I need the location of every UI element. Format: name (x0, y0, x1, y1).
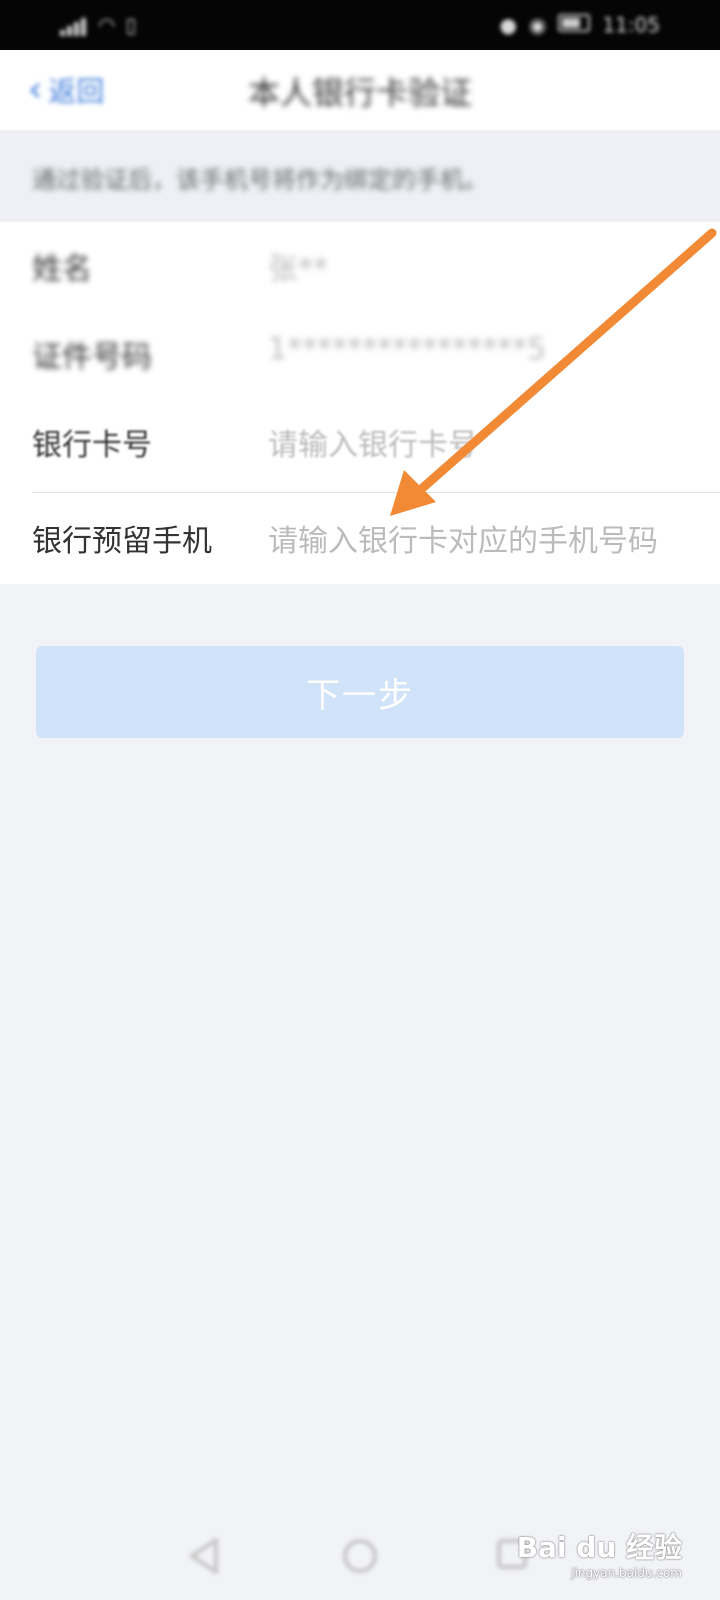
row-divider (32, 492, 720, 493)
status-time: 11:05 (602, 13, 660, 37)
next-step-button[interactable]: 下一步 (36, 646, 684, 738)
navigation-bar: ‹ 返回 本人银行卡验证 (0, 50, 720, 130)
back-triangle-icon[interactable] (186, 1536, 222, 1576)
vibrate-icon: ◉ (528, 13, 547, 37)
status-left-icons: ◠ ▯ (60, 14, 136, 36)
sim-icon: ▯ (125, 13, 137, 37)
id-number-row: 证件号码 1****************5 (0, 310, 720, 398)
signal-icon (60, 14, 88, 36)
page-title: 本人银行卡验证 (247, 74, 472, 112)
name-value: 张** (268, 252, 328, 287)
name-row: 姓名 张** (0, 222, 720, 310)
notice-banner: 通过验证后，该手机号将作为绑定的手机。 (0, 130, 720, 222)
notice-text: 通过验证后，该手机号将作为绑定的手机。 (32, 166, 488, 194)
watermark-url: jingyan.baidu.com (571, 1566, 682, 1580)
id-number-value: 1****************5 (268, 332, 547, 367)
bank-card-row[interactable]: 银行卡号 请输入银行卡号 (0, 398, 720, 486)
bank-phone-label: 银行预留手机 (32, 524, 212, 559)
battery-icon (558, 14, 591, 36)
alarm-icon: ● (499, 13, 517, 37)
bank-phone-row[interactable]: 银行预留手机 请输入银行卡对应的手机号码 (0, 494, 720, 582)
bank-card-label: 银行卡号 (32, 428, 152, 463)
status-bar: ◠ ▯ ● ◉ 11:05 (0, 0, 720, 50)
status-right-icons: ● ◉ 11:05 (499, 14, 660, 36)
bank-phone-input[interactable]: 请输入银行卡对应的手机号码 (268, 516, 658, 560)
home-circle-icon[interactable] (340, 1536, 380, 1576)
baidu-watermark: Bai du 经验 jingyan.baidu.com (517, 1526, 682, 1580)
wifi-icon: ◠ (98, 13, 116, 37)
verification-form: 姓名 张** 证件号码 1****************5 银行卡号 请输入银… (0, 222, 720, 584)
watermark-brand: Bai du 经验 (516, 1531, 682, 1564)
id-number-label: 证件号码 (32, 340, 152, 375)
bank-card-input[interactable]: 请输入银行卡号 (268, 420, 478, 464)
name-label: 姓名 (32, 252, 92, 287)
